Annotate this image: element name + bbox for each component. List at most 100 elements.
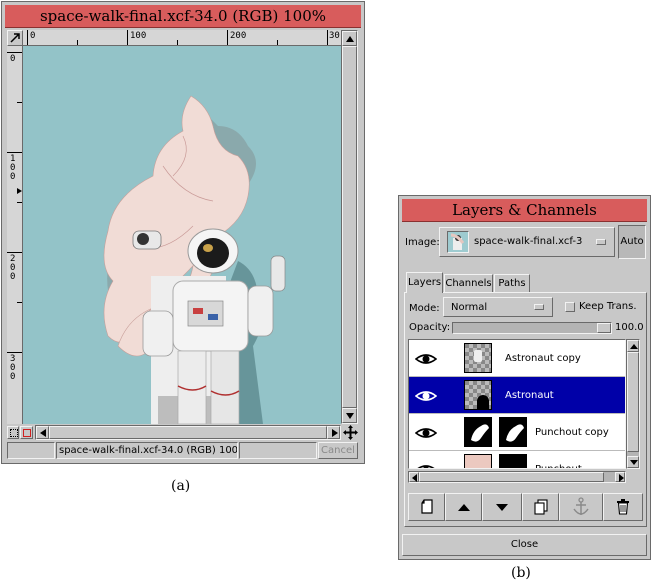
layer-list-vscroll[interactable] [626,339,640,469]
mode-value: Normal [451,302,488,313]
visibility-eye-icon[interactable] [415,426,437,440]
anchor-layer-button[interactable] [559,493,603,521]
progress-area [239,442,317,459]
layers-dialog: Layers & Channels Image: space-walk-fina… [398,195,651,560]
keep-trans-checkbox[interactable] [565,302,575,312]
opacity-slider[interactable] [452,322,612,334]
layer-thumbnail [464,454,492,468]
tab-label: Paths [498,278,526,289]
caption-b: (b) [511,565,531,581]
ruler-pointer-icon [17,188,22,194]
image-canvas[interactable] [23,46,341,424]
raise-layer-button[interactable] [445,493,482,521]
layers-dialog-title: Layers & Channels [402,199,647,222]
layer-thumbnail [464,380,492,410]
image-select-value: space-walk-final.xcf-3 [474,236,583,247]
arrow-icon [10,33,20,43]
move-cross-icon [343,425,358,440]
opacity-value: 100.0 [615,322,644,333]
scroll-up-button[interactable] [627,340,639,352]
space-walk-image [103,95,286,424]
layer-list-hscroll[interactable] [408,471,626,483]
layer-name: Astronaut [505,390,554,401]
scroll-left-button[interactable] [36,426,49,439]
layer-row-punchout-copy[interactable]: Punchout copy [409,414,625,451]
tab-layers[interactable]: Layers [406,272,443,293]
status-label: space-walk-final.xcf-34.0 (RGB) 100 [59,445,238,456]
layer-row-astronaut[interactable]: Astronaut [409,377,625,414]
scroll-down-button[interactable] [342,408,357,423]
arrow-right-icon [619,474,624,482]
ruler-label: 200 [10,254,16,282]
horizontal-scroll-thumb[interactable] [49,426,327,439]
close-label: Close [510,539,539,550]
tab-paths[interactable]: Paths [494,274,530,292]
navigate-button[interactable] [343,425,358,440]
anchor-layer-icon [573,497,589,515]
mode-select[interactable]: Normal [443,297,553,317]
horizontal-ruler: 0 100 200 30 [23,30,341,46]
image-select[interactable]: space-walk-final.xcf-3 [439,227,615,257]
quickmask-off-button[interactable] [7,426,19,439]
ruler-label: 100 [10,154,16,182]
ruler-label: 100 [130,31,147,41]
lower-layer-button[interactable] [482,493,522,521]
layer-list-vscroll-thumb[interactable] [627,352,639,452]
delete-layer-button[interactable] [603,493,643,521]
visibility-eye-icon[interactable] [415,463,437,469]
ruler-label: 300 [10,354,16,382]
close-button[interactable]: Close [402,534,647,556]
opacity-slider-thumb[interactable] [597,323,611,333]
ruler-label: 0 [30,31,36,41]
status-text: space-walk-final.xcf-34.0 (RGB) 100 [56,442,238,459]
keep-trans-label: Keep Trans. [579,301,637,312]
cancel-label: Cancel [321,445,355,456]
auto-button[interactable]: Auto [618,225,646,259]
duplicate-layer-icon [533,499,548,515]
arrow-up-icon [346,36,354,42]
layers-tab-page: Mode: Normal Keep Trans. Opacity: 100.0 … [404,292,647,527]
red-square-icon [23,429,31,437]
vertical-ruler: 0 100 200 300 [7,46,23,424]
dotted-square-icon [10,429,18,437]
scroll-right-button[interactable] [327,426,340,439]
new-layer-button[interactable] [408,493,445,521]
scroll-down-button[interactable] [627,456,639,468]
horizontal-scrollbar[interactable] [35,425,341,440]
quickmask-on-button[interactable] [20,426,33,439]
vertical-scrollbar[interactable] [341,30,358,424]
image-menu-button[interactable] [7,30,23,46]
cancel-button[interactable]: Cancel [318,442,358,459]
layer-row-astronaut-copy[interactable]: Astronaut copy [409,340,625,377]
ruler-label: 200 [230,31,247,41]
scroll-up-button[interactable] [342,31,357,46]
scroll-right-button[interactable] [615,472,625,482]
dropdown-indicator-icon [534,304,544,310]
layer-name: Punchout [535,451,582,468]
tab-channels[interactable]: Channels [444,274,493,292]
layer-name: Astronaut copy [505,353,581,364]
new-layer-icon [420,499,433,514]
duplicate-layer-button[interactable] [522,493,559,521]
lower-layer-icon [496,503,508,511]
visibility-eye-icon[interactable] [415,389,437,403]
caption-a: (a) [171,478,191,494]
tab-label: Channels [445,278,492,289]
tab-label: Layers [407,277,442,288]
tab-strip: Layers Channels Paths [406,272,646,293]
arrow-left-icon [412,474,417,482]
layer-row-punchout[interactable]: Punchout [409,451,625,469]
layer-mask-thumbnail [499,417,527,447]
vertical-scroll-thumb[interactable] [342,46,357,408]
layer-mask-thumbnail [499,454,527,468]
scroll-left-button[interactable] [409,472,419,482]
status-left-cell [7,442,55,459]
arrow-right-icon [332,429,338,437]
arrow-up-icon [630,344,638,349]
opacity-label: Opacity: [409,322,451,333]
visibility-eye-icon[interactable] [415,352,437,366]
layer-list[interactable]: Astronaut copy Astronaut Punchout copy P… [408,339,626,469]
arrow-down-icon [346,413,354,419]
layer-thumbnail [464,343,492,373]
layer-list-hscroll-thumb[interactable] [419,472,604,482]
